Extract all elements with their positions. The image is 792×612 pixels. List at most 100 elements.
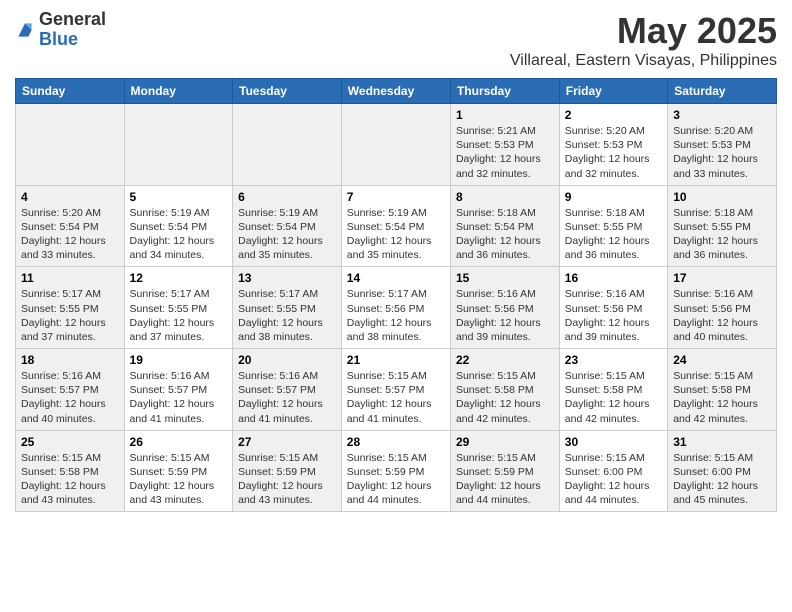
day-cell-29: 29 Sunrise: 5:15 AM Sunset: 5:59 PM Dayli… xyxy=(450,430,559,512)
day-cell-21: 21 Sunrise: 5:15 AM Sunset: 5:57 PM Dayli… xyxy=(341,349,450,431)
day-number-23: 23 xyxy=(565,353,662,367)
day-cell-10: 10 Sunrise: 5:18 AM Sunset: 5:55 PM Dayli… xyxy=(668,185,777,267)
header-friday: Friday xyxy=(559,79,667,104)
day-number-13: 13 xyxy=(238,271,336,285)
day-number-7: 7 xyxy=(347,190,445,204)
header-monday: Monday xyxy=(124,79,233,104)
day-cell-28: 28Sunrise: 5:15 AM Sunset: 5:59 PM Dayli… xyxy=(341,430,450,512)
day-info-11: Sunrise: 5:17 AM Sunset: 5:55 PM Dayligh… xyxy=(21,287,119,344)
day-cell-17: 17Sunrise: 5:16 AM Sunset: 5:56 PM Dayli… xyxy=(668,267,777,349)
header-wednesday: Wednesday xyxy=(341,79,450,104)
day-info-14: Sunrise: 5:17 AM Sunset: 5:56 PM Dayligh… xyxy=(347,287,445,344)
day-cell-1: 1 Sunrise: 5:21 AM Sunset: 5:53 PM Daylig… xyxy=(450,104,559,186)
header-tuesday: Tuesday xyxy=(233,79,342,104)
empty-cell xyxy=(233,104,342,186)
header-thursday: Thursday xyxy=(450,79,559,104)
day-number-31: 31 xyxy=(673,435,771,449)
day-number-21: 21 xyxy=(347,353,445,367)
day-cell-4: 4Sunrise: 5:20 AM Sunset: 5:54 PM Daylig… xyxy=(16,185,125,267)
day-cell-24: 24Sunrise: 5:15 AM Sunset: 5:58 PM Dayli… xyxy=(668,349,777,431)
day-info-13: Sunrise: 5:17 AM Sunset: 5:55 PM Dayligh… xyxy=(238,287,336,344)
day-info-2: Sunrise: 5:20 AM Sunset: 5:53 PM Dayligh… xyxy=(565,124,662,181)
day-number-8: 8 xyxy=(456,190,554,204)
day-info-17: Sunrise: 5:16 AM Sunset: 5:56 PM Dayligh… xyxy=(673,287,771,344)
header-saturday: Saturday xyxy=(668,79,777,104)
day-number-18: 18 xyxy=(21,353,119,367)
day-number-2: 2 xyxy=(565,108,662,122)
day-cell-19: 19 Sunrise: 5:16 AM Sunset: 5:57 PM Dayli… xyxy=(124,349,233,431)
day-info-31: Sunrise: 5:15 AM Sunset: 6:00 PM Dayligh… xyxy=(673,451,771,508)
day-cell-8: 8Sunrise: 5:18 AM Sunset: 5:54 PM Daylig… xyxy=(450,185,559,267)
day-number-11: 11 xyxy=(21,271,119,285)
logo-blue-text: Blue xyxy=(39,30,106,50)
day-info-21: Sunrise: 5:15 AM Sunset: 5:57 PM Dayligh… xyxy=(347,369,445,426)
day-number-15: 15 xyxy=(456,271,554,285)
day-cell-18: 18 Sunrise: 5:16 AM Sunset: 5:57 PM Dayli… xyxy=(16,349,125,431)
logo-icon xyxy=(15,20,35,40)
day-number-26: 26 xyxy=(130,435,228,449)
day-info-26: Sunrise: 5:15 AM Sunset: 5:59 PM Dayligh… xyxy=(130,451,228,508)
day-number-1: 1 xyxy=(456,108,554,122)
day-info-30: Sunrise: 5:15 AM Sunset: 6:00 PM Dayligh… xyxy=(565,451,662,508)
day-number-27: 27 xyxy=(238,435,336,449)
day-cell-31: 31 Sunrise: 5:15 AM Sunset: 6:00 PM Dayli… xyxy=(668,430,777,512)
day-cell-20: 20Sunrise: 5:16 AM Sunset: 5:57 PM Dayli… xyxy=(233,349,342,431)
day-info-29: Sunrise: 5:15 AM Sunset: 5:59 PM Dayligh… xyxy=(456,451,554,508)
day-info-16: Sunrise: 5:16 AM Sunset: 5:56 PM Dayligh… xyxy=(565,287,662,344)
day-number-12: 12 xyxy=(130,271,228,285)
day-cell-12: 12Sunrise: 5:17 AM Sunset: 5:55 PM Dayli… xyxy=(124,267,233,349)
week-row-5: 25 Sunrise: 5:15 AM Sunset: 5:58 PM Dayli… xyxy=(16,430,777,512)
day-cell-15: 15Sunrise: 5:16 AM Sunset: 5:56 PM Dayli… xyxy=(450,267,559,349)
day-number-10: 10 xyxy=(673,190,771,204)
day-number-19: 19 xyxy=(130,353,228,367)
day-cell-26: 26 Sunrise: 5:15 AM Sunset: 5:59 PM Dayli… xyxy=(124,430,233,512)
day-cell-14: 14Sunrise: 5:17 AM Sunset: 5:56 PM Dayli… xyxy=(341,267,450,349)
day-number-3: 3 xyxy=(673,108,771,122)
header-sunday: Sunday xyxy=(16,79,125,104)
logo: General Blue xyxy=(15,10,106,50)
day-cell-27: 27 Sunrise: 5:15 AM Sunset: 5:59 PM Dayli… xyxy=(233,430,342,512)
header: General Blue May 2025 Villareal, Eastern… xyxy=(15,10,777,70)
day-number-29: 29 xyxy=(456,435,554,449)
location-title: Villareal, Eastern Visayas, Philippines xyxy=(510,52,777,70)
empty-cell xyxy=(341,104,450,186)
day-info-25: Sunrise: 5:15 AM Sunset: 5:58 PM Dayligh… xyxy=(21,451,119,508)
day-info-18: Sunrise: 5:16 AM Sunset: 5:57 PM Dayligh… xyxy=(21,369,119,426)
day-number-6: 6 xyxy=(238,190,336,204)
day-number-5: 5 xyxy=(130,190,228,204)
title-area: May 2025 Villareal, Eastern Visayas, Phi… xyxy=(510,10,777,70)
day-info-20: Sunrise: 5:16 AM Sunset: 5:57 PM Dayligh… xyxy=(238,369,336,426)
day-number-30: 30 xyxy=(565,435,662,449)
week-row-4: 18 Sunrise: 5:16 AM Sunset: 5:57 PM Dayli… xyxy=(16,349,777,431)
day-cell-7: 7 Sunrise: 5:19 AM Sunset: 5:54 PM Daylig… xyxy=(341,185,450,267)
day-info-28: Sunrise: 5:15 AM Sunset: 5:59 PM Dayligh… xyxy=(347,451,445,508)
day-info-6: Sunrise: 5:19 AM Sunset: 5:54 PM Dayligh… xyxy=(238,206,336,263)
day-number-22: 22 xyxy=(456,353,554,367)
day-cell-2: 2 Sunrise: 5:20 AM Sunset: 5:53 PM Daylig… xyxy=(559,104,667,186)
week-row-1: 1 Sunrise: 5:21 AM Sunset: 5:53 PM Daylig… xyxy=(16,104,777,186)
day-info-7: Sunrise: 5:19 AM Sunset: 5:54 PM Dayligh… xyxy=(347,206,445,263)
day-cell-16: 16 Sunrise: 5:16 AM Sunset: 5:56 PM Dayli… xyxy=(559,267,667,349)
empty-cell xyxy=(16,104,125,186)
day-info-27: Sunrise: 5:15 AM Sunset: 5:59 PM Dayligh… xyxy=(238,451,336,508)
day-number-9: 9 xyxy=(565,190,662,204)
day-number-25: 25 xyxy=(21,435,119,449)
day-info-1: Sunrise: 5:21 AM Sunset: 5:53 PM Dayligh… xyxy=(456,124,554,181)
day-info-9: Sunrise: 5:18 AM Sunset: 5:55 PM Dayligh… xyxy=(565,206,662,263)
logo-text: General Blue xyxy=(39,10,106,50)
day-info-22: Sunrise: 5:15 AM Sunset: 5:58 PM Dayligh… xyxy=(456,369,554,426)
day-number-16: 16 xyxy=(565,271,662,285)
header-row: SundayMondayTuesdayWednesdayThursdayFrid… xyxy=(16,79,777,104)
day-info-3: Sunrise: 5:20 AM Sunset: 5:53 PM Dayligh… xyxy=(673,124,771,181)
day-info-4: Sunrise: 5:20 AM Sunset: 5:54 PM Dayligh… xyxy=(21,206,119,263)
day-cell-30: 30 Sunrise: 5:15 AM Sunset: 6:00 PM Dayli… xyxy=(559,430,667,512)
day-info-19: Sunrise: 5:16 AM Sunset: 5:57 PM Dayligh… xyxy=(130,369,228,426)
day-cell-9: 9 Sunrise: 5:18 AM Sunset: 5:55 PM Daylig… xyxy=(559,185,667,267)
day-info-24: Sunrise: 5:15 AM Sunset: 5:58 PM Dayligh… xyxy=(673,369,771,426)
day-info-10: Sunrise: 5:18 AM Sunset: 5:55 PM Dayligh… xyxy=(673,206,771,263)
empty-cell xyxy=(124,104,233,186)
week-row-3: 11 Sunrise: 5:17 AM Sunset: 5:55 PM Dayli… xyxy=(16,267,777,349)
logo-general-text: General xyxy=(39,10,106,30)
day-info-5: Sunrise: 5:19 AM Sunset: 5:54 PM Dayligh… xyxy=(130,206,228,263)
day-cell-3: 3 Sunrise: 5:20 AM Sunset: 5:53 PM Daylig… xyxy=(668,104,777,186)
